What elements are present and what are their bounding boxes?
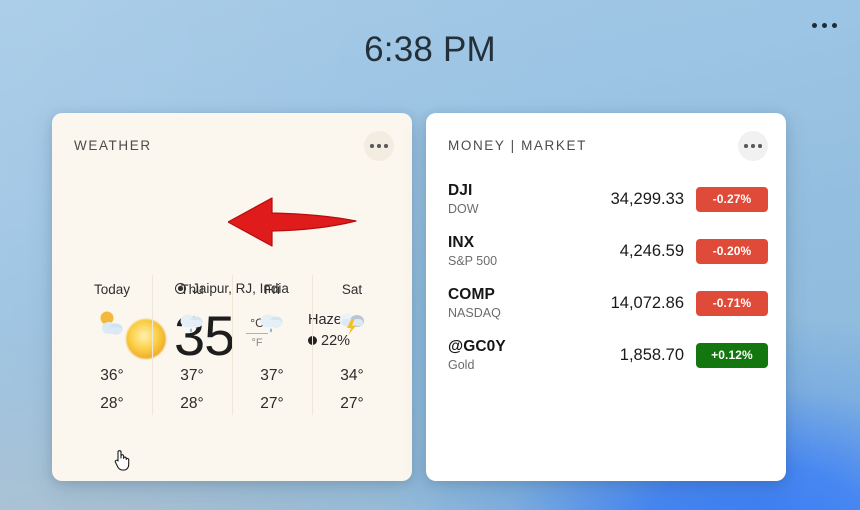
market-name: S&P 500	[448, 253, 498, 268]
status-badge: -0.27%	[696, 186, 768, 212]
dot	[831, 22, 837, 28]
money-market-widget[interactable]: MONEY | MARKET DJI DOW 34,299.33 -0.27% …	[426, 113, 786, 481]
ellipsis-icon[interactable]	[804, 12, 844, 38]
market-names: INX S&P 500	[448, 234, 568, 269]
status-badge: -0.71%	[696, 290, 768, 316]
dot	[758, 144, 762, 148]
market-price: 4,246.59	[619, 241, 684, 260]
status-badge: +0.12%	[696, 342, 768, 368]
market-price: 14,072.86	[610, 293, 684, 312]
forecast-high: 36°	[100, 367, 124, 384]
sun-behind-cloud-icon	[92, 309, 132, 337]
rain-cloud-icon	[252, 309, 292, 337]
forecast-low: 27°	[340, 395, 364, 412]
forecast-low: 28°	[180, 395, 204, 412]
forecast-day-3[interactable]: Sat 34° 27°	[312, 271, 392, 419]
status-badge: -0.20%	[696, 238, 768, 264]
money-more-options-button[interactable]	[738, 131, 768, 161]
market-list: DJI DOW 34,299.33 -0.27% INX S&P 500 4,2…	[426, 173, 786, 381]
table-row[interactable]: INX S&P 500 4,246.59 -0.20%	[426, 225, 786, 277]
dot	[377, 144, 381, 148]
weather-widget-title: WEATHER	[74, 138, 152, 153]
forecast-strip: Today 36° 28° Thu 37° 28° Fri 37° 27° Sa…	[72, 271, 392, 419]
forecast-high: 37°	[180, 367, 204, 384]
forecast-high: 34°	[340, 367, 364, 384]
table-row[interactable]: @GC0Y Gold 1,858.70 +0.12%	[426, 329, 786, 381]
forecast-low: 27°	[260, 395, 284, 412]
dot	[811, 22, 817, 28]
forecast-high: 37°	[260, 367, 284, 384]
weather-more-options-button[interactable]	[364, 131, 394, 161]
money-widget-title: MONEY | MARKET	[448, 138, 587, 153]
market-name: DOW	[448, 201, 479, 216]
clock-time: 6:38 PM	[364, 30, 496, 69]
market-symbol: INX	[448, 233, 475, 251]
market-name: NASDAQ	[448, 305, 501, 320]
thunderstorm-cloud-icon	[332, 309, 372, 337]
market-price: 34,299.33	[610, 189, 684, 208]
market-symbol: DJI	[448, 181, 473, 199]
dot	[370, 144, 374, 148]
dot	[751, 144, 755, 148]
weather-widget[interactable]: WEATHER Jaipur, RJ, India 35 °C °F Haze …	[52, 113, 412, 481]
rain-cloud-icon	[172, 309, 212, 337]
market-price: 1,858.70	[619, 345, 684, 364]
market-symbol: COMP	[448, 285, 495, 303]
market-names: @GC0Y Gold	[448, 338, 568, 373]
forecast-day-label: Today	[93, 282, 131, 297]
forecast-day-label: Fri	[264, 282, 280, 297]
dot	[821, 22, 827, 28]
forecast-day-2[interactable]: Fri 37° 27°	[232, 271, 312, 419]
dot	[744, 144, 748, 148]
market-names: DJI DOW	[448, 182, 568, 217]
forecast-day-0[interactable]: Today 36° 28°	[72, 271, 152, 419]
market-symbol: @GC0Y	[448, 337, 506, 355]
forecast-day-label: Sat	[341, 282, 363, 297]
forecast-day-label: Thu	[180, 282, 204, 297]
dot	[384, 144, 388, 148]
market-name: Gold	[448, 357, 475, 372]
table-row[interactable]: DJI DOW 34,299.33 -0.27%	[426, 173, 786, 225]
forecast-day-1[interactable]: Thu 37° 28°	[152, 271, 232, 419]
forecast-low: 28°	[100, 395, 124, 412]
market-names: COMP NASDAQ	[448, 286, 568, 321]
table-row[interactable]: COMP NASDAQ 14,072.86 -0.71%	[426, 277, 786, 329]
